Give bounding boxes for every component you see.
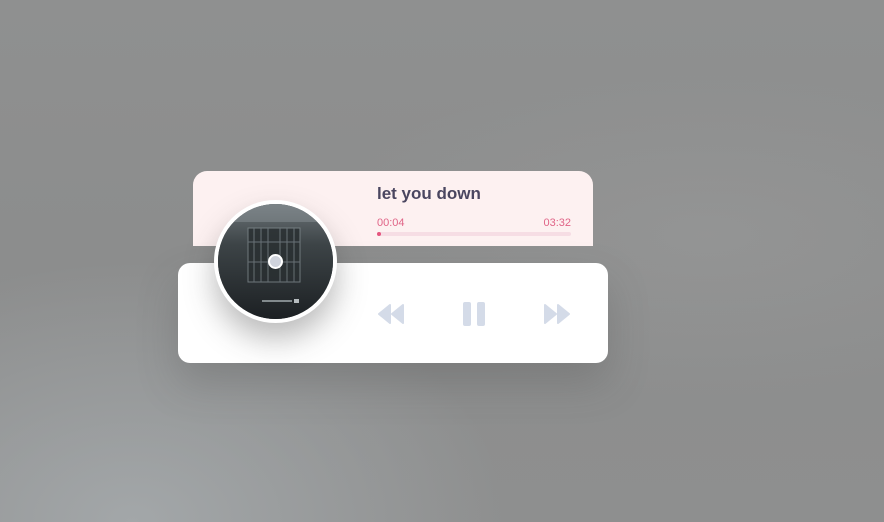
album-cover-art — [218, 204, 333, 319]
background — [0, 0, 884, 522]
next-button[interactable] — [541, 300, 573, 328]
previous-button[interactable] — [375, 300, 407, 328]
album-disc — [214, 200, 337, 323]
pause-button[interactable] — [460, 300, 488, 328]
pause-icon — [463, 302, 485, 326]
current-time: 00:04 — [377, 217, 405, 229]
progress-bar[interactable] — [377, 232, 571, 236]
disc-center-hole — [268, 254, 283, 269]
total-time: 03:32 — [543, 217, 571, 229]
rewind-icon — [378, 304, 404, 324]
track-title: let you down — [377, 184, 481, 203]
progress-fill — [377, 232, 381, 236]
fast-forward-icon — [544, 304, 570, 324]
